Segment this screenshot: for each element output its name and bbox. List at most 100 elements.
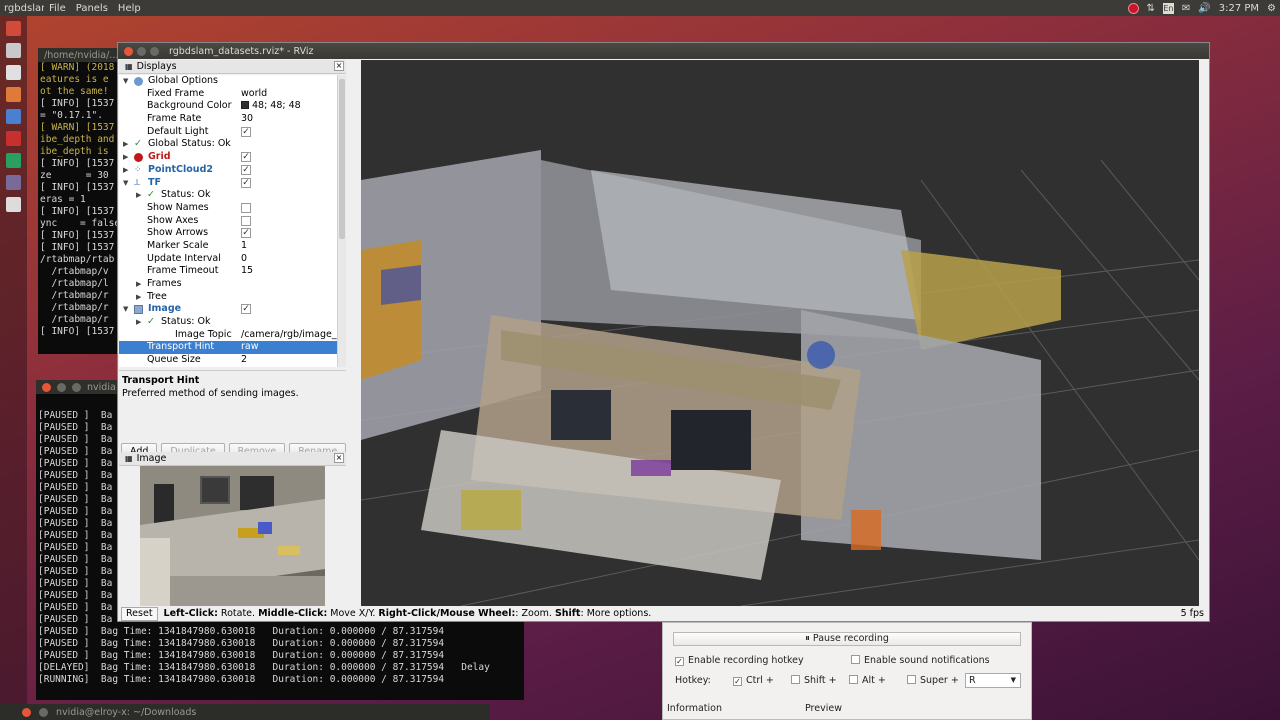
row-value[interactable]: 0 [241, 253, 247, 266]
chevron-down-icon[interactable]: ▼ [123, 75, 128, 88]
chevron-right-icon[interactable]: ▶ [136, 278, 141, 291]
enable-hotkey-checkbox[interactable]: ✓ Enable recording hotkey [675, 655, 804, 666]
chevron-right-icon[interactable]: ▶ [136, 189, 141, 202]
minimize-icon[interactable] [137, 46, 146, 56]
chevron-right-icon[interactable]: ▶ [123, 138, 128, 151]
pause-recording-button[interactable]: ⏸ Pause recording [673, 632, 1021, 646]
settings-gear-icon[interactable]: ⚙ [1267, 3, 1276, 14]
terminal-line: ibe_depth is [40, 146, 109, 157]
tree-row-grid[interactable]: ▶ Grid ✓ [119, 151, 337, 164]
terminal-1-titlebar: /home/nvidia/... [38, 48, 118, 62]
chevron-right-icon[interactable]: ▶ [136, 291, 141, 304]
tree-row-fixed-frame[interactable]: Fixed Frame world [119, 88, 337, 101]
menu-file[interactable]: File [44, 3, 71, 14]
mail-icon[interactable]: ✉ [1182, 3, 1190, 14]
files-icon[interactable] [6, 43, 21, 58]
record-indicator-icon[interactable] [1127, 2, 1139, 14]
3d-render-viewport[interactable] [361, 60, 1199, 606]
menu-help[interactable]: Help [113, 3, 146, 14]
property-description: Transport Hint Preferred method of sendi… [119, 370, 346, 436]
tree-row-queue-size[interactable]: Queue Size 2 [119, 354, 337, 367]
close-icon[interactable]: × [334, 61, 344, 71]
displays-tree[interactable]: ▼ Global Options Fixed Frame world Backgro… [119, 75, 337, 367]
close-icon[interactable]: × [334, 453, 344, 463]
browser-icon[interactable] [6, 153, 21, 168]
checkbox[interactable]: ✓ [241, 164, 251, 175]
minimized-terminal-bar[interactable]: nvidia@elroy-x: ~/Downloads [0, 704, 490, 720]
clock[interactable]: 3:27 PM [1219, 3, 1259, 14]
tree-row-show-names[interactable]: Show Names [119, 202, 337, 215]
tree-row-transport-hint[interactable]: Transport Hint raw [119, 341, 337, 355]
document-icon[interactable] [6, 65, 21, 80]
chrome-icon[interactable] [6, 109, 21, 124]
tree-row-tf[interactable]: ▼ ⟂ TF ✓ [119, 177, 337, 190]
chevron-down-icon[interactable]: ▼ [123, 177, 128, 190]
axes-icon: ⟂ [134, 177, 141, 188]
terminal-line: [RUNNING] Bag Time: 1341847980.630018 Du… [38, 674, 445, 685]
tree-row-frame-rate[interactable]: Frame Rate 30 [119, 113, 337, 126]
reset-button[interactable]: Reset [121, 606, 158, 621]
row-value[interactable]: world [241, 88, 267, 101]
menu-panels[interactable]: Panels [71, 3, 113, 14]
checkbox[interactable]: ✓ [241, 304, 251, 315]
row-value[interactable]: 30 [241, 113, 253, 126]
close-icon[interactable] [42, 382, 51, 392]
displays-scrollbar[interactable] [337, 75, 346, 367]
tree-row-pointcloud2[interactable]: ▶ ⁘ PointCloud2 ✓ [119, 164, 337, 177]
chevron-right-icon[interactable]: ▶ [123, 164, 128, 177]
checkbox[interactable]: ✓ [241, 126, 251, 137]
tree-row-marker-scale[interactable]: Marker Scale 1 [119, 240, 337, 253]
text-editor-icon[interactable] [6, 197, 21, 212]
maximize-icon[interactable] [150, 46, 159, 56]
enable-sound-checkbox[interactable]: Enable sound notifications [851, 655, 990, 666]
tree-row-image[interactable]: ▼ Image ✓ [119, 303, 337, 316]
volume-icon[interactable]: 🔊 [1198, 3, 1210, 14]
chevron-down-icon[interactable]: ▼ [123, 303, 128, 316]
tree-row-background-color[interactable]: Background Color 48; 48; 48 [119, 100, 337, 113]
tree-row-image-topic[interactable]: Image Topic/camera/rgb/image_ [119, 329, 337, 342]
close-icon[interactable] [124, 46, 133, 56]
tree-row-frames[interactable]: ▶ Frames [119, 278, 337, 291]
minimize-icon[interactable] [39, 707, 48, 717]
alt-checkbox[interactable]: Alt + [849, 675, 886, 686]
terminal-window-1[interactable]: /home/nvidia/... [ WARN] (2018 eatures is… [38, 48, 118, 354]
chevron-right-icon[interactable]: ▶ [123, 151, 128, 164]
row-value[interactable]: 15 [241, 265, 253, 278]
tree-row-frame-timeout[interactable]: Frame Timeout 15 [119, 265, 337, 278]
checkbox[interactable]: ✓ [241, 177, 251, 188]
presentation-icon[interactable] [6, 131, 21, 146]
super-checkbox[interactable]: Super + [907, 675, 959, 686]
tree-row-show-arrows[interactable]: Show Arrows ✓ [119, 227, 337, 240]
tree-row-show-axes[interactable]: Show Axes [119, 215, 337, 228]
rviz-icon[interactable] [6, 175, 21, 190]
row-value[interactable]: 2 [241, 354, 247, 367]
tree-row-default-light[interactable]: Default Light ✓ [119, 126, 337, 139]
checkbox[interactable] [241, 202, 251, 213]
chevron-right-icon[interactable]: ▶ [136, 316, 141, 329]
image-panel: ▦ Image × [119, 452, 346, 606]
tree-row-tf-status[interactable]: ▶ ✓ Status: Ok [119, 189, 337, 202]
pause-recording-label: Pause recording [812, 633, 889, 644]
minimize-icon[interactable] [57, 382, 66, 392]
row-value[interactable]: 1 [241, 240, 247, 253]
maximize-icon[interactable] [72, 382, 81, 392]
tree-row-image-status[interactable]: ▶ ✓ Status: Ok [119, 316, 337, 329]
hotkey-key-select[interactable]: R ▼ [965, 673, 1021, 688]
row-value[interactable]: /camera/rgb/image_ [241, 329, 337, 342]
ubuntu-software-icon[interactable] [6, 21, 21, 36]
keyboard-language-icon[interactable]: En [1162, 2, 1174, 14]
row-value[interactable]: 48; 48; 48 [241, 100, 301, 113]
tree-row-tree[interactable]: ▶ Tree [119, 291, 337, 304]
settings-icon[interactable] [6, 87, 21, 102]
shift-checkbox[interactable]: Shift + [791, 675, 837, 686]
ctrl-checkbox[interactable]: ✓ Ctrl + [733, 675, 774, 686]
tree-row-update-interval[interactable]: Update Interval 0 [119, 253, 337, 266]
checkbox[interactable]: ✓ [241, 152, 251, 163]
network-icon[interactable]: ⇅ [1147, 3, 1155, 14]
checkbox[interactable]: ✓ [241, 228, 251, 239]
close-icon[interactable] [22, 707, 31, 717]
checkbox[interactable] [241, 215, 251, 226]
tree-row-global-options[interactable]: ▼ Global Options [119, 75, 337, 88]
row-value[interactable]: raw [241, 341, 259, 354]
tree-row-global-status[interactable]: ▶ ✓ Global Status: Ok [119, 138, 337, 151]
